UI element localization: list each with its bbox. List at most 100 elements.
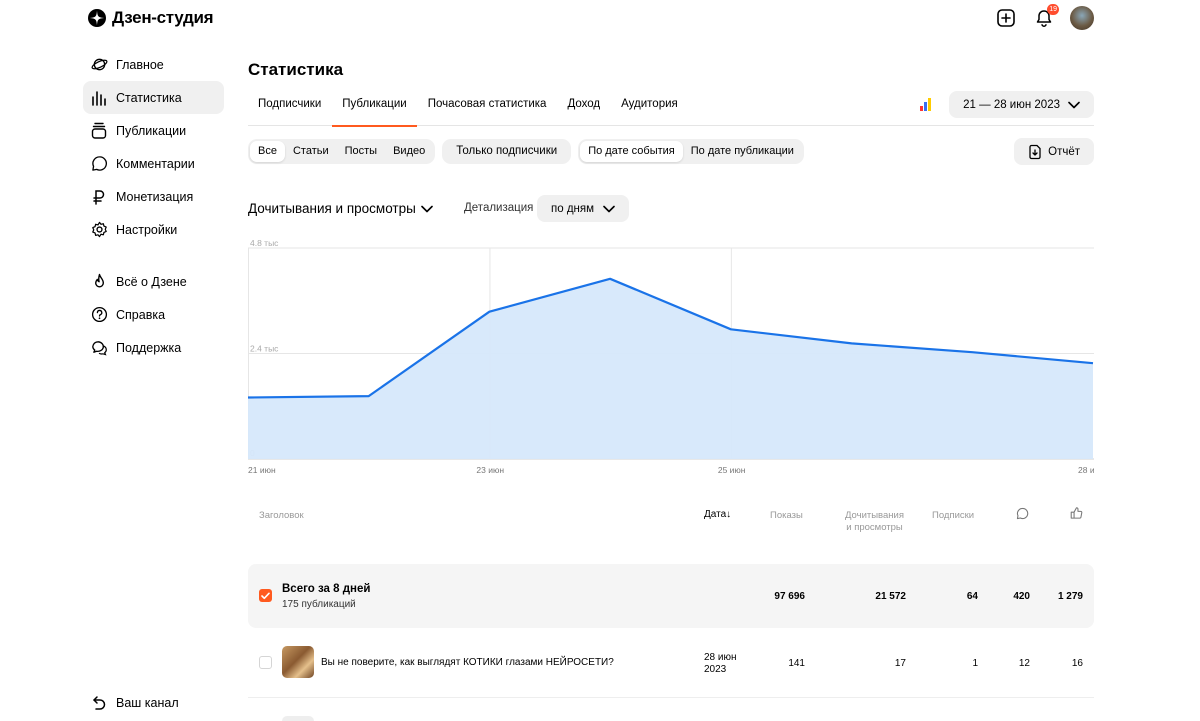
sort-arrow-icon: ↓ <box>726 509 732 520</box>
sidebar-item-label: Публикации <box>116 123 187 138</box>
chevron-down-icon <box>1068 101 1080 108</box>
gear-icon <box>90 221 108 239</box>
summary-likes: 1 279 <box>1057 591 1083 602</box>
next-row-thumbnail <box>282 716 314 721</box>
col-header-title[interactable]: Заголовок <box>259 510 304 521</box>
col-header-reads-line1: Дочитывания <box>845 510 904 521</box>
notifications-button[interactable]: 19 <box>1032 4 1059 30</box>
bar-chart-icon <box>90 89 108 107</box>
filter-posts[interactable]: Посты <box>337 141 385 162</box>
chevron-down-icon <box>603 205 615 212</box>
flame-icon <box>90 273 108 291</box>
publication-thumbnail <box>282 646 314 678</box>
thumbs-up-icon[interactable] <box>1070 506 1083 523</box>
summary-comments: 420 <box>1013 591 1030 602</box>
report-download-icon <box>1029 144 1041 159</box>
filter-all[interactable]: Все <box>250 141 285 162</box>
col-header-date[interactable]: Дата↓ <box>704 509 731 520</box>
sidebar-item-label: Статистика <box>116 90 182 105</box>
sidebar: Главное Статистика Публикации Комментари… <box>83 48 224 364</box>
comment-icon <box>90 155 108 173</box>
metric-select-label: Дочитывания и просмотры <box>248 201 416 216</box>
date-range-picker[interactable]: 21 — 28 июн 2023 <box>949 91 1094 118</box>
notification-count-badge: 19 <box>1047 4 1059 15</box>
type-filter: Все Статьи Посты Видео <box>248 139 436 164</box>
x-tick-label: 25 июн <box>718 465 746 475</box>
sidebar-secondary-group: Всё о Дзене Справка Поддержка <box>83 265 224 364</box>
summary-subtitle: 175 публикаций <box>282 599 356 610</box>
sidebar-item-monetization[interactable]: Монетизация <box>83 180 224 213</box>
series-area <box>248 278 1093 459</box>
sidebar-item-help[interactable]: Справка <box>83 298 224 331</box>
create-button[interactable] <box>994 6 1018 30</box>
y-tick-label: 2.4 тыс <box>250 344 279 354</box>
publication-title[interactable]: Вы не поверите, как выглядят КОТИКИ глаз… <box>321 657 614 668</box>
chat-icon <box>90 339 108 357</box>
row-likes: 16 <box>1071 658 1083 669</box>
tab-subscribers[interactable]: Подписчики <box>248 88 331 126</box>
zen-logo-icon <box>88 9 106 27</box>
sidebar-item-support[interactable]: Поддержка <box>83 331 224 364</box>
sidebar-item-label: Справка <box>116 307 166 322</box>
col-header-shows[interactable]: Показы <box>770 510 803 521</box>
sidebar-item-label: Настройки <box>116 222 178 237</box>
sidebar-item-about-zen[interactable]: Всё о Дзене <box>83 265 224 298</box>
filter-articles[interactable]: Статьи <box>285 141 337 162</box>
page-title: Статистика <box>248 60 344 79</box>
detail-select-value: по дням <box>551 202 595 215</box>
sidebar-item-comments[interactable]: Комментарии <box>83 147 224 180</box>
sidebar-item-your-channel[interactable]: Ваш канал <box>83 686 224 719</box>
col-header-subs[interactable]: Подписки <box>932 510 974 521</box>
x-tick-label: 23 июн <box>476 465 504 475</box>
col-header-reads-line2: и просмотры <box>846 522 903 533</box>
help-icon <box>90 306 108 324</box>
planet-icon <box>90 56 108 74</box>
sidebar-item-label: Ваш канал <box>116 695 179 710</box>
row-reads: 17 <box>894 658 906 669</box>
user-avatar[interactable] <box>1070 6 1094 30</box>
detail-label: Детализация <box>464 202 534 214</box>
sidebar-item-statistics[interactable]: Статистика <box>83 81 224 114</box>
x-tick-label: 28 и <box>1078 465 1094 475</box>
publication-date-line1: 28 июн <box>704 652 737 663</box>
date-range-label: 21 — 28 июн 2023 <box>963 98 1060 111</box>
sidebar-bottom: Ваш канал <box>83 686 224 719</box>
select-all-checkbox[interactable] <box>259 589 272 602</box>
subscribers-only-toggle[interactable]: Только подписчики <box>442 139 572 164</box>
col-header-date-label: Дата <box>704 509 727 520</box>
filter-by-publication-date[interactable]: По дате публикации <box>683 141 802 162</box>
metrica-logo-icon[interactable] <box>920 97 934 111</box>
plus-square-icon <box>997 9 1015 27</box>
views-area-chart: 4.8 тыс2.4 тыс021 июн23 июн25 июн28 и <box>248 238 1094 475</box>
tab-hourly-stats[interactable]: Почасовая статистика <box>418 88 557 126</box>
table-header: Заголовок Дата↓ Показы Дочитывания и прос… <box>248 505 1094 535</box>
sidebar-item-settings[interactable]: Настройки <box>83 213 224 246</box>
comment-icon[interactable] <box>1016 507 1029 523</box>
filter-videos[interactable]: Видео <box>385 141 433 162</box>
col-header-reads[interactable]: Дочитывания и просмотры <box>845 510 904 534</box>
sidebar-item-label: Комментарии <box>116 156 195 171</box>
x-tick-label: 21 июн <box>248 465 276 475</box>
summary-title: Всего за 8 дней <box>282 583 371 595</box>
check-icon <box>261 592 270 599</box>
tab-publications[interactable]: Публикации <box>332 88 418 127</box>
summary-subs: 64 <box>966 591 978 602</box>
publication-date: 28 июн 2023 <box>704 652 737 676</box>
detail-select[interactable]: по дням <box>537 195 630 222</box>
sidebar-item-publications[interactable]: Публикации <box>83 114 224 147</box>
report-button-label: Отчёт <box>1048 145 1080 158</box>
row-shows: 141 <box>788 658 805 669</box>
app-logo[interactable]: Дзен-студия <box>88 8 214 28</box>
filters-bar: Все Статьи Посты Видео Только подписчики… <box>248 139 804 164</box>
table-row[interactable]: Вы не поверите, как выглядят КОТИКИ глаз… <box>248 643 1094 698</box>
report-button[interactable]: Отчёт <box>1014 138 1094 165</box>
tab-audience[interactable]: Аудитория <box>611 88 688 126</box>
sidebar-item-label: Монетизация <box>116 189 194 204</box>
tab-income[interactable]: Доход <box>557 88 610 126</box>
filter-by-event-date[interactable]: По дате события <box>580 141 683 162</box>
sidebar-item-main[interactable]: Главное <box>83 48 224 81</box>
row-checkbox[interactable] <box>259 656 272 669</box>
metric-select[interactable]: Дочитывания и просмотры <box>248 201 433 216</box>
sidebar-item-label: Главное <box>116 57 164 72</box>
summary-reads: 21 572 <box>875 591 906 602</box>
